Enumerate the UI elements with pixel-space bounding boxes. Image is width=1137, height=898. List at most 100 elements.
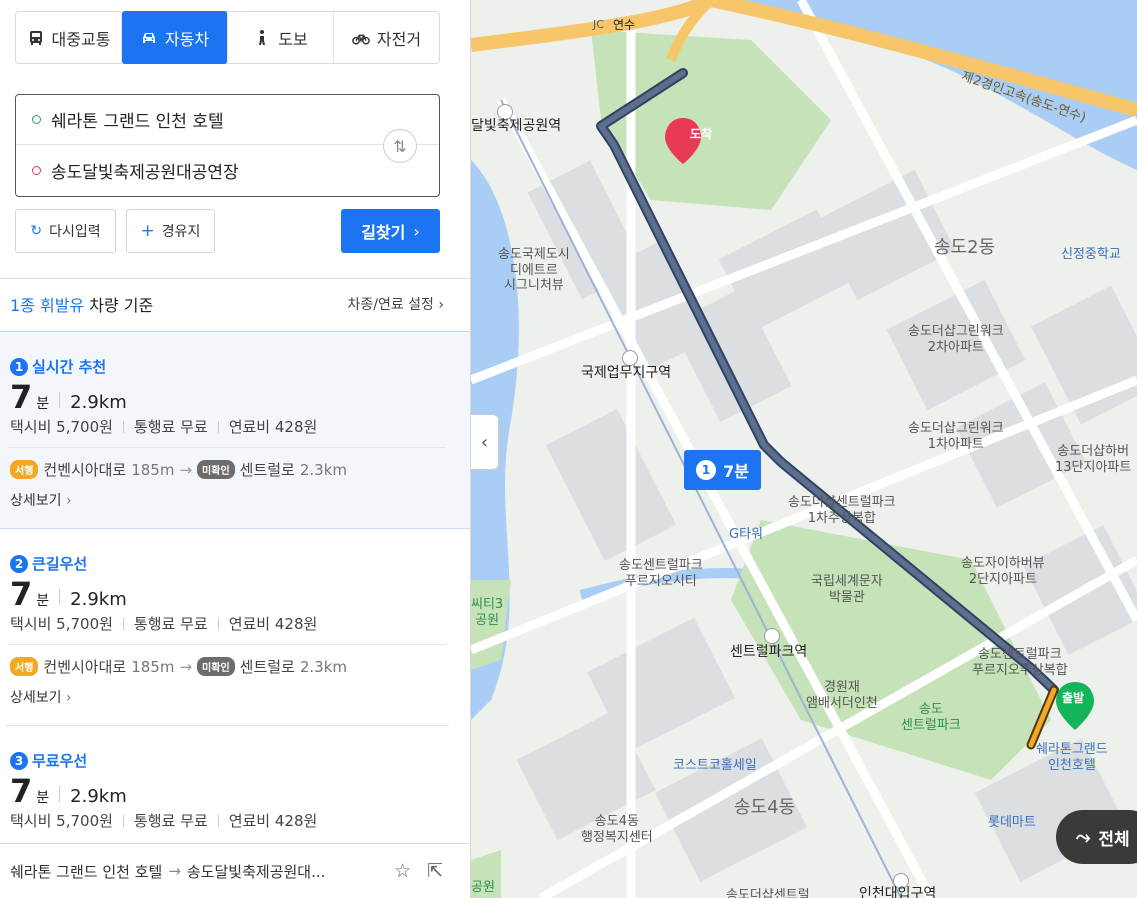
transport-mode-tabs: 대중교통 자동차 도보 자전거 (15, 11, 440, 64)
route-card-1[interactable]: 1 실시간 추천 7 분 2.9km 택시비 5,700원 통행료 무료 연료비… (0, 332, 470, 529)
arrive-marker-label: 도착 (690, 127, 713, 141)
park-label: 씨티3 공원 (471, 597, 504, 628)
route-title: 1 실시간 추천 (10, 356, 106, 377)
divider (8, 447, 446, 448)
star-icon[interactable]: ☆ (394, 860, 411, 882)
route-card-2[interactable]: 2 큰길우선 7 분 2.9km 택시비 5,700원 통행료 무료 연료비 4… (0, 529, 470, 726)
show-all-button[interactable]: ⤳ 전체 (1056, 810, 1137, 864)
school-label: 신정중학교 (1061, 247, 1121, 262)
search-route-label: 길찾기 (361, 223, 406, 242)
route-title-label: 무료우선 (32, 752, 88, 770)
car-icon (142, 32, 155, 43)
summary-from: 쉐라톤 그랜드 인천 호텔 (10, 862, 163, 881)
traffic-unknown-badge: 미확인 (197, 460, 235, 479)
station-label: 인천대입구역 (859, 886, 937, 898)
route-distance: 2.9km (70, 589, 127, 610)
route-minutes-unit: 분 (36, 790, 50, 806)
tab-transit[interactable]: 대중교통 (16, 12, 122, 63)
details-label: 상세보기 (10, 493, 62, 509)
route-minutes: 7 (10, 575, 33, 613)
route-minutes: 7 (10, 378, 33, 416)
map-label: 송도더샵그린워크 1차아파트 (908, 421, 1004, 452)
separator (59, 589, 61, 605)
tab-transit-label: 대중교통 (51, 29, 111, 49)
route-time: 7 분 2.9km (10, 575, 127, 613)
traffic-unknown-badge: 미확인 (197, 657, 235, 676)
toll-fee: 통행료 무료 (133, 418, 208, 436)
map-label: 송도국제도시 디에트르 시그니처뷰 (498, 247, 570, 294)
map-label: 경원재 앰배서더인천 (806, 680, 878, 711)
reset-label: 다시입력 (49, 224, 101, 240)
route-summary-bar: 쉐라톤 그랜드 인천 호텔 → 송도달빛축제공원대... ☆ ⇱ (0, 843, 470, 898)
route-title: 3 무료우선 (10, 750, 87, 771)
route-time: 7 분 2.9km (10, 378, 127, 416)
road-distance: 185m (131, 460, 175, 479)
route-card-3[interactable]: 3 무료우선 7 분 2.9km 택시비 5,700원 통행료 무료 연료비 4… (0, 726, 470, 843)
route-minutes-unit: 분 (36, 593, 50, 609)
fuel-basis: 1종 휘발유 차량 기준 (10, 292, 153, 316)
route-roads: 서행 컨벤시아대로 185m → 미확인 센트럴로 2.3km (10, 656, 347, 677)
chevron-right-icon: › (438, 297, 444, 313)
map-label: 송도4동 행정복지센터 (581, 814, 653, 845)
route-title: 2 큰길우선 (10, 553, 87, 574)
arrow-right-icon: → (168, 862, 181, 880)
separator (59, 392, 61, 408)
route-minutes-unit: 분 (36, 396, 50, 412)
taxi-fare: 택시비 5,700원 (10, 418, 113, 436)
swap-button[interactable]: ⇅ (383, 129, 417, 163)
reset-button[interactable]: ↻ 다시입력 (15, 209, 116, 253)
tab-car-label: 자동차 (164, 29, 210, 49)
fuel-settings-label: 차종/연료 설정 (347, 297, 434, 313)
tab-car[interactable]: 자동차 (122, 11, 228, 64)
fuel-settings-link[interactable]: 차종/연료 설정 › (347, 294, 444, 314)
chevron-right-icon: › (65, 690, 72, 706)
refresh-icon: ↻ (30, 223, 43, 239)
plus-icon: + (140, 221, 155, 241)
map-label: 송도더샵하버 13단지아파트 (1055, 444, 1132, 475)
collapse-panel-button[interactable]: ‹ (471, 414, 499, 470)
map-label: 코스트코홀세일 (673, 758, 757, 773)
route-time-badge[interactable]: 1 7분 (684, 450, 761, 490)
route-number: 1 (696, 460, 717, 480)
share-icon[interactable]: ⇱ (427, 860, 443, 882)
route-fees: 택시비 5,700원 통행료 무료 연료비 428원 (10, 810, 317, 831)
road-name: 컨벤시아대로 (43, 461, 127, 479)
route-details-link[interactable]: 상세보기 › (10, 490, 72, 510)
start-field[interactable]: 쉐라톤 그랜드 인천 호텔 (16, 95, 439, 145)
hotel-label: 쉐라톤그랜드 인천호텔 (1036, 742, 1108, 773)
fuel-cost: 연료비 428원 (228, 418, 318, 436)
separator (217, 814, 219, 827)
toll-fee: 통행료 무료 (133, 812, 208, 830)
walk-icon (259, 29, 266, 45)
summary-to: 송도달빛축제공원대... (186, 862, 326, 881)
separator (122, 617, 124, 630)
traffic-slow-badge: 서행 (10, 460, 39, 479)
map-view[interactable]: 도착 출발 JC 연수 제2경인고속(송도-연수) 달빛축제공원역 송도국제도시… (471, 0, 1137, 898)
taxi-fare: 택시비 5,700원 (10, 812, 113, 830)
goal-field[interactable]: 송도달빛축제공원대공연장 (16, 145, 376, 195)
chevron-right-icon: › (65, 493, 72, 509)
waypoint-label: 경유지 (161, 224, 201, 240)
add-waypoint-button[interactable]: + 경유지 (126, 209, 215, 253)
search-route-button[interactable]: 길찾기 › (341, 209, 440, 253)
station-label: 달빛축제공원역 (471, 118, 562, 134)
map-label: 송도센트럴파크 푸르지오시티 (619, 558, 703, 589)
map-label: 국립세계문자 박물관 (811, 574, 883, 605)
route-details-link[interactable]: 상세보기 › (10, 687, 72, 707)
tab-bicycle[interactable]: 자전거 (334, 12, 439, 63)
route-time-label: 7분 (723, 462, 749, 481)
start-dot-icon (32, 115, 41, 124)
fuel-cost: 연료비 428원 (228, 812, 318, 830)
map-label: 송도더샵센트럴파크 1차주상복합 (788, 495, 896, 526)
tab-walk[interactable]: 도보 (228, 12, 334, 63)
fuel-type: 1종 휘발유 (10, 296, 85, 315)
road-name: 컨벤시아대로 (43, 658, 127, 676)
goal-dot-icon (32, 165, 41, 175)
separator (217, 617, 219, 630)
tab-bicycle-label: 자전거 (376, 29, 422, 49)
park-label: 송도 센트럴파크 (901, 702, 961, 733)
map-label: 송도더샵센트럴 (726, 888, 810, 898)
route-roads: 서행 컨벤시아대로 185m → 미확인 센트럴로 2.3km (10, 459, 347, 480)
route-title-label: 큰길우선 (32, 555, 88, 573)
arrow-right-icon: → (179, 657, 193, 676)
